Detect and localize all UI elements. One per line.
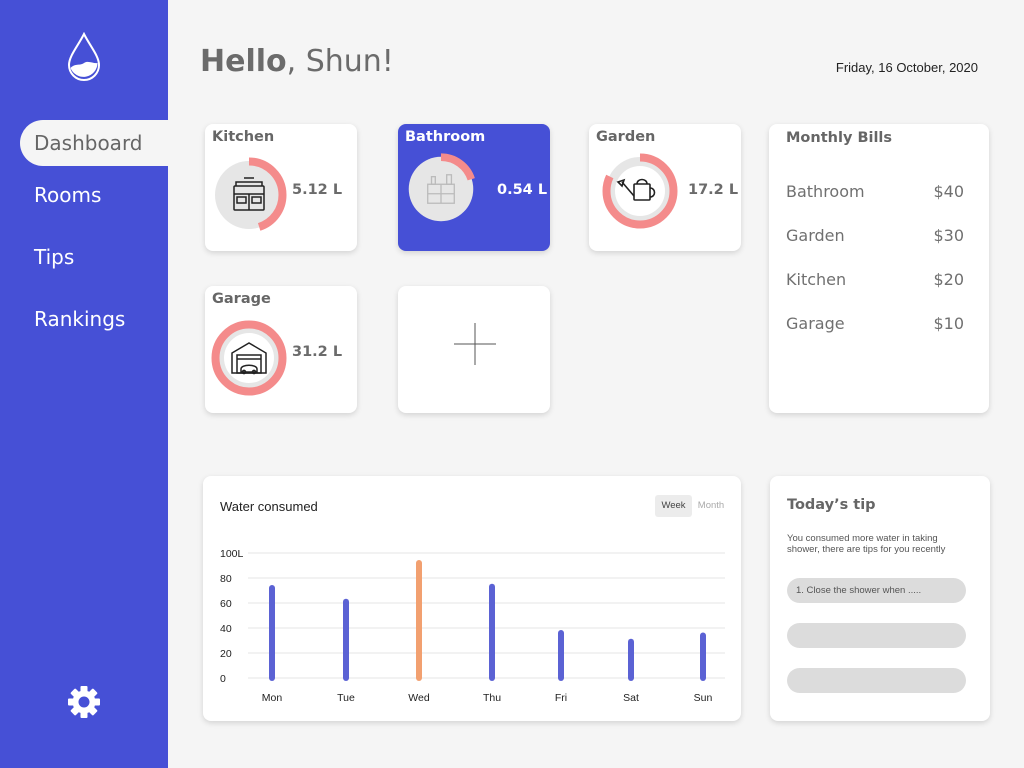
y-tick-label: 20 bbox=[220, 648, 232, 660]
gear-icon[interactable] bbox=[67, 685, 101, 719]
room-name: Garage bbox=[212, 291, 271, 307]
room-name: Bathroom bbox=[405, 129, 486, 145]
room-card-bathroom[interactable]: Bathroom 0.54 L bbox=[398, 124, 550, 251]
room-usage: 31.2 L bbox=[292, 344, 343, 360]
room-usage: 0.54 L bbox=[497, 182, 548, 198]
x-tick-label: Thu bbox=[483, 692, 501, 704]
x-tick-label: Fri bbox=[555, 692, 567, 704]
sidebar-item-rankings[interactable]: Rankings bbox=[20, 296, 168, 342]
room-name: Garden bbox=[596, 129, 656, 145]
week-toggle[interactable]: Week bbox=[655, 495, 692, 517]
greeting-hello: Hello bbox=[200, 44, 287, 79]
bill-amount: $40 bbox=[933, 182, 964, 201]
bills-title: Monthly Bills bbox=[786, 130, 893, 146]
room-usage: 17.2 L bbox=[688, 182, 739, 198]
plus-icon bbox=[454, 323, 496, 365]
sidebar-item-tips[interactable]: Tips bbox=[20, 234, 168, 280]
bill-room: Bathroom bbox=[786, 182, 865, 201]
x-tick-label: Sun bbox=[694, 692, 713, 704]
water-drop-icon[interactable] bbox=[66, 32, 102, 82]
room-name: Kitchen bbox=[212, 129, 275, 145]
room-card-kitchen[interactable]: Kitchen 5.12 L bbox=[205, 124, 357, 251]
water-consumed-card: 100L 80 60 40 20 0 Mon Tue Wed Thu Fri Sat Sun Water… bbox=[203, 476, 741, 721]
y-tick-label: 80 bbox=[220, 573, 232, 585]
room-card-garage[interactable]: Garage 31.2 L bbox=[205, 286, 357, 413]
tip-item[interactable] bbox=[787, 668, 966, 693]
tip-title: Today’s tip bbox=[787, 497, 876, 513]
bill-row: Kitchen $20 bbox=[786, 270, 964, 292]
x-tick-label: Mon bbox=[262, 692, 283, 704]
y-tick-label: 60 bbox=[220, 598, 232, 610]
y-tick-label: 0 bbox=[220, 673, 226, 685]
add-room-button[interactable] bbox=[398, 286, 550, 413]
todays-tip-card: Today’s tip You consumed more water in t… bbox=[770, 476, 990, 721]
x-tick-label: Wed bbox=[408, 692, 430, 704]
x-tick-label: Tue bbox=[337, 692, 355, 704]
sidebar-item-dashboard[interactable]: Dashboard bbox=[20, 120, 168, 166]
bill-room: Garden bbox=[786, 226, 845, 245]
usage-ring bbox=[602, 153, 678, 229]
room-usage: 5.12 L bbox=[292, 182, 343, 198]
current-date: Friday, 16 October, 2020 bbox=[835, 60, 978, 75]
usage-ring bbox=[405, 153, 477, 225]
bill-row: Garden $30 bbox=[786, 226, 964, 248]
page-title: Hello, Shun! bbox=[200, 44, 394, 79]
usage-ring bbox=[211, 157, 287, 233]
sidebar: Dashboard Rooms Tips Rankings bbox=[0, 0, 168, 768]
sidebar-item-rooms[interactable]: Rooms bbox=[20, 172, 168, 218]
y-tick-label: 100L bbox=[220, 548, 244, 560]
month-toggle[interactable]: Month bbox=[694, 495, 728, 517]
tip-item[interactable]: 1. Close the shower when ..... bbox=[787, 578, 966, 603]
usage-ring bbox=[211, 320, 287, 396]
bill-amount: $20 bbox=[933, 270, 964, 289]
bill-amount: $10 bbox=[933, 314, 964, 333]
tip-text: You consumed more water in taking shower… bbox=[787, 533, 946, 555]
room-card-garden[interactable]: Garden 17.2 L bbox=[589, 124, 741, 251]
greeting-name: , Shun! bbox=[286, 44, 394, 79]
bill-row: Garage $10 bbox=[786, 314, 964, 336]
x-tick-label: Sat bbox=[623, 692, 639, 704]
monthly-bills-card: Monthly Bills Bathroom $40 Garden $30 Ki… bbox=[769, 124, 989, 413]
chart-title: Water consumed bbox=[220, 499, 318, 514]
bill-row: Bathroom $40 bbox=[786, 182, 964, 204]
tip-item[interactable] bbox=[787, 623, 966, 648]
bill-amount: $30 bbox=[933, 226, 964, 245]
bill-room: Garage bbox=[786, 314, 845, 333]
y-tick-label: 40 bbox=[220, 623, 232, 635]
bill-room: Kitchen bbox=[786, 270, 847, 289]
